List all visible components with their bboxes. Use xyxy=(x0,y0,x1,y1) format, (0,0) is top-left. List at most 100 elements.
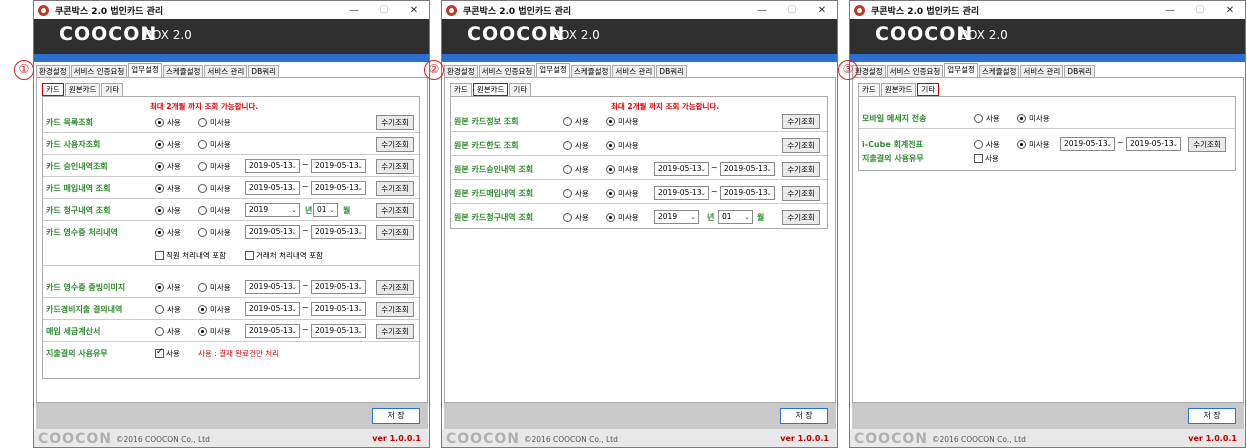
radio-use[interactable]: 사용 xyxy=(974,139,1000,150)
date-to[interactable]: 2019-05-13 ⌄ xyxy=(1126,137,1181,151)
tab-env[interactable]: 환경설정 xyxy=(36,65,70,77)
manual-query-button[interactable]: 수기조회 xyxy=(376,203,414,218)
manual-query-button[interactable]: 수기조회 xyxy=(782,162,820,177)
tab-auth[interactable]: 서비스 인증요청 xyxy=(70,65,128,77)
date-from[interactable]: 2019-05-13 ⌄ xyxy=(245,280,300,294)
radio-nouse[interactable]: 미사용 xyxy=(198,117,231,128)
date-from[interactable]: 2019-05-13 ⌄ xyxy=(654,162,709,176)
tab-work[interactable]: 업무설정 xyxy=(536,63,570,77)
tab-work[interactable]: 업무설정 xyxy=(944,63,978,77)
radio-nouse[interactable]: 미사용 xyxy=(606,116,639,127)
tab-auth[interactable]: 서비스 인증요청 xyxy=(478,65,536,77)
tab-service[interactable]: 서비스 관리 xyxy=(1020,65,1064,77)
date-to[interactable]: 2019-05-13 ⌄ xyxy=(311,302,366,316)
close-button[interactable]: ✕ xyxy=(807,1,837,19)
tab-service[interactable]: 서비스 관리 xyxy=(612,65,656,77)
tab-schedule[interactable]: 스케쥴설정 xyxy=(162,65,204,77)
radio-nouse[interactable]: 미사용 xyxy=(198,183,231,194)
tab-db[interactable]: DB쿼리 xyxy=(656,65,688,77)
manual-query-button[interactable]: 수기조회 xyxy=(782,210,820,225)
radio-use[interactable]: 사용 xyxy=(155,183,181,194)
manual-query-button[interactable]: 수기조회 xyxy=(376,280,414,295)
radio-use[interactable]: 사용 xyxy=(563,116,589,127)
radio-use[interactable]: 사용 xyxy=(155,304,181,315)
year-select[interactable]: 2019 ⌄ xyxy=(245,203,300,217)
manual-query-button[interactable]: 수기조회 xyxy=(376,302,414,317)
manual-query-button[interactable]: 수기조회 xyxy=(782,138,820,153)
radio-nouse[interactable]: 미사용 xyxy=(606,188,639,199)
radio-nouse[interactable]: 미사용 xyxy=(1017,139,1050,150)
manual-query-button[interactable]: 수기조회 xyxy=(376,159,414,174)
date-from[interactable]: 2019-05-13 ⌄ xyxy=(245,302,300,316)
radio-nouse[interactable]: 미사용 xyxy=(606,140,639,151)
tab-auth[interactable]: 서비스 인증요청 xyxy=(886,65,944,77)
subtab-card[interactable]: 카드 xyxy=(42,83,64,96)
close-button[interactable]: ✕ xyxy=(399,1,429,19)
subtab-card[interactable]: 카드 xyxy=(450,83,472,96)
radio-use[interactable]: 사용 xyxy=(155,326,181,337)
date-from[interactable]: 2019-05-13 ⌄ xyxy=(245,159,300,173)
date-from[interactable]: 2019-05-13 ⌄ xyxy=(1060,137,1115,151)
radio-use[interactable]: 사용 xyxy=(563,140,589,151)
minimize-button[interactable]: — xyxy=(1155,1,1185,19)
manual-query-button[interactable]: 수기조회 xyxy=(376,181,414,196)
date-to[interactable]: 2019-05-13 ⌄ xyxy=(720,162,775,176)
subtab-card[interactable]: 카드 xyxy=(858,83,880,96)
save-button[interactable]: 저 장 xyxy=(1188,408,1236,424)
subtab-original-card[interactable]: 원본카드 xyxy=(880,83,917,96)
radio-use[interactable]: 사용 xyxy=(155,139,181,150)
subtab-original-card[interactable]: 원본카드 xyxy=(64,83,101,96)
radio-use[interactable]: 사용 xyxy=(563,188,589,199)
subtab-etc[interactable]: 기타 xyxy=(917,83,940,96)
tab-schedule[interactable]: 스케쥴설정 xyxy=(570,65,612,77)
manual-query-button[interactable]: 수기조회 xyxy=(376,115,414,130)
employee-check[interactable]: 직원 처리내역 포함 xyxy=(155,250,226,261)
radio-use[interactable]: 사용 xyxy=(974,113,1000,124)
radio-nouse[interactable]: 미사용 xyxy=(198,326,231,337)
radio-nouse[interactable]: 미사용 xyxy=(198,161,231,172)
subtab-original-card[interactable]: 원본카드 xyxy=(472,83,509,96)
close-button[interactable]: ✕ xyxy=(1215,1,1245,19)
date-to[interactable]: 2019-05-13 ⌄ xyxy=(720,186,775,200)
save-button[interactable]: 저 장 xyxy=(780,408,828,424)
tab-schedule[interactable]: 스케쥴설정 xyxy=(978,65,1020,77)
date-from[interactable]: 2019-05-13 ⌄ xyxy=(654,186,709,200)
tab-work[interactable]: 업무설정 xyxy=(128,63,162,77)
manual-query-button[interactable]: 수기조회 xyxy=(376,225,414,240)
tab-db[interactable]: DB쿼리 xyxy=(248,65,280,77)
date-to[interactable]: 2019-05-13 ⌄ xyxy=(311,225,366,239)
manual-query-button[interactable]: 수기조회 xyxy=(376,324,414,339)
radio-nouse[interactable]: 미사용 xyxy=(606,164,639,175)
radio-nouse[interactable]: 미사용 xyxy=(198,139,231,150)
radio-use[interactable]: 사용 xyxy=(563,164,589,175)
date-to[interactable]: 2019-05-13 ⌄ xyxy=(311,159,366,173)
radio-use[interactable]: 사용 xyxy=(155,205,181,216)
date-to[interactable]: 2019-05-13 ⌄ xyxy=(311,280,366,294)
manual-query-button[interactable]: 수기조회 xyxy=(782,186,820,201)
radio-nouse[interactable]: 미사용 xyxy=(1017,113,1050,124)
date-to[interactable]: 2019-05-13 ⌄ xyxy=(311,324,366,338)
manual-query-button[interactable]: 수기조회 xyxy=(376,137,414,152)
radio-nouse[interactable]: 미사용 xyxy=(198,205,231,216)
date-from[interactable]: 2019-05-13 ⌄ xyxy=(245,181,300,195)
manual-query-button[interactable]: 수기조회 xyxy=(1188,137,1226,152)
approval-use-check[interactable]: 사용 xyxy=(974,153,999,164)
radio-nouse[interactable]: 미사용 xyxy=(198,227,231,238)
date-from[interactable]: 2019-05-13 ⌄ xyxy=(245,324,300,338)
minimize-button[interactable]: — xyxy=(747,1,777,19)
radio-nouse[interactable]: 미사용 xyxy=(606,212,639,223)
radio-nouse[interactable]: 미사용 xyxy=(198,282,231,293)
tab-env[interactable]: 환경설정 xyxy=(444,65,478,77)
vendor-check[interactable]: 거래처 처리내역 포함 xyxy=(245,250,323,261)
month-select[interactable]: 01 ⌄ xyxy=(718,210,753,224)
radio-use[interactable]: 사용 xyxy=(563,212,589,223)
date-to[interactable]: 2019-05-13 ⌄ xyxy=(311,181,366,195)
radio-nouse[interactable]: 미사용 xyxy=(198,304,231,315)
save-button[interactable]: 저 장 xyxy=(372,408,420,424)
radio-use[interactable]: 사용 xyxy=(155,227,181,238)
minimize-button[interactable]: — xyxy=(339,1,369,19)
radio-use[interactable]: 사용 xyxy=(155,161,181,172)
subtab-etc[interactable]: 기타 xyxy=(101,83,124,96)
radio-use[interactable]: 사용 xyxy=(155,117,181,128)
manual-query-button[interactable]: 수기조회 xyxy=(782,114,820,129)
